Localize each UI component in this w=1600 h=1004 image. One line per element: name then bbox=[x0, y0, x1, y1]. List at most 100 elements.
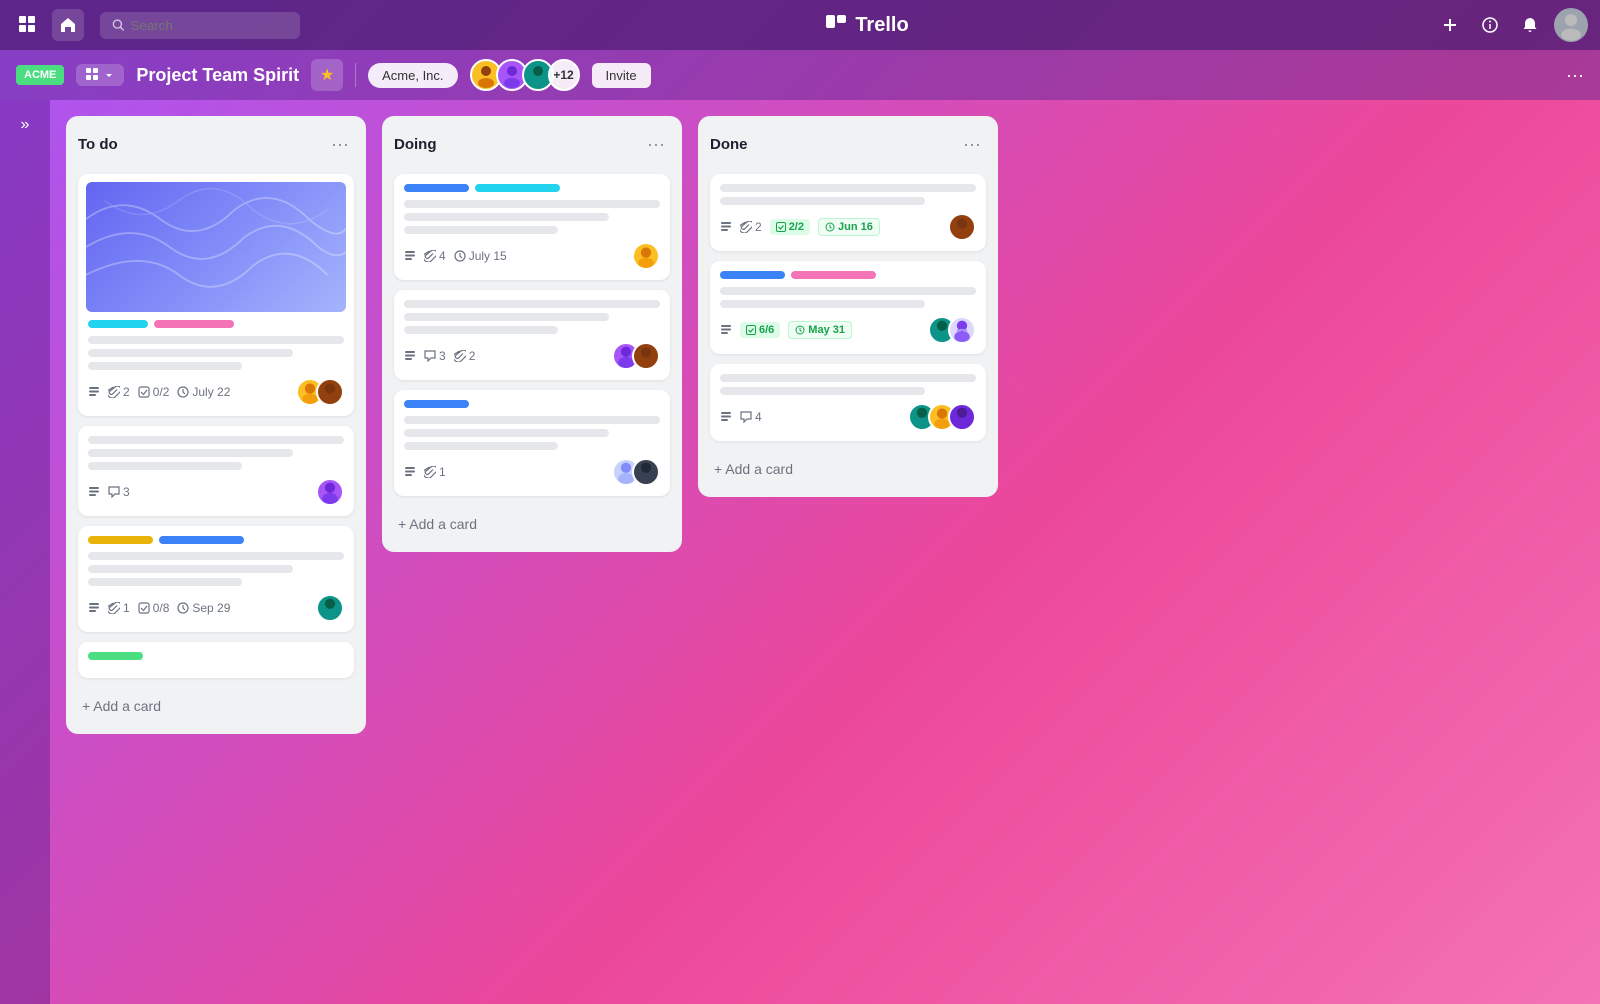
card-line bbox=[88, 336, 344, 344]
card-line bbox=[404, 442, 558, 450]
sidebar-toggle[interactable]: » bbox=[21, 116, 30, 134]
column-todo: To do ··· bbox=[66, 116, 366, 734]
card-line bbox=[88, 362, 242, 370]
tag bbox=[475, 184, 560, 192]
card-line bbox=[404, 200, 660, 208]
workspace-badge[interactable]: ACME bbox=[16, 65, 64, 85]
card-line bbox=[720, 300, 925, 308]
card-doing-2[interactable]: 3 2 bbox=[394, 290, 670, 380]
card-avatars bbox=[612, 342, 660, 370]
view-toggle[interactable] bbox=[76, 64, 124, 86]
comments-count: 3 bbox=[424, 349, 446, 363]
card-todo-3[interactable]: 1 0/8 Sep 29 bbox=[78, 526, 354, 632]
card-tags bbox=[88, 536, 344, 544]
card-lines bbox=[720, 287, 976, 308]
add-card-button-done[interactable]: + Add a card bbox=[710, 453, 986, 485]
tag bbox=[404, 184, 469, 192]
card-avatar bbox=[316, 378, 344, 406]
card-lines bbox=[720, 374, 976, 395]
card-line bbox=[720, 387, 925, 395]
card-avatar bbox=[632, 342, 660, 370]
card-avatars bbox=[296, 378, 344, 406]
add-card-button-todo[interactable]: + Add a card bbox=[78, 690, 354, 722]
card-meta: 1 0/8 Sep 29 bbox=[88, 594, 344, 622]
column-menu-doing[interactable]: ··· bbox=[642, 130, 670, 158]
column-header-done: Done ··· bbox=[710, 128, 986, 164]
column-header-doing: Doing ··· bbox=[394, 128, 670, 164]
card-tags bbox=[88, 320, 344, 328]
description-icon bbox=[88, 602, 100, 614]
nav-right bbox=[1434, 8, 1588, 42]
user-avatar[interactable] bbox=[1554, 8, 1588, 42]
card-line bbox=[404, 326, 558, 334]
card-todo-4[interactable] bbox=[78, 642, 354, 678]
card-line bbox=[404, 213, 609, 221]
board-header: ACME Project Team Spirit ★ Acme, Inc. bbox=[0, 50, 1600, 100]
card-avatar bbox=[632, 242, 660, 270]
description-icon bbox=[88, 486, 100, 498]
card-meta: 2 2/2 Jun 16 bbox=[720, 213, 976, 241]
card-done-2[interactable]: 6/6 May 31 bbox=[710, 261, 986, 354]
card-doing-3[interactable]: 1 bbox=[394, 390, 670, 496]
card-avatars bbox=[928, 316, 976, 344]
board-more-button[interactable]: ··· bbox=[1566, 65, 1584, 86]
description-icon bbox=[720, 221, 732, 233]
info-button[interactable] bbox=[1474, 9, 1506, 41]
card-line bbox=[88, 578, 242, 586]
card-todo-2[interactable]: 3 bbox=[78, 426, 354, 516]
card-done-1[interactable]: 2 2/2 Jun 16 bbox=[710, 174, 986, 251]
column-title-doing: Doing bbox=[394, 136, 437, 153]
card-tags bbox=[404, 184, 660, 192]
checklist-badge-done: 2/2 bbox=[770, 219, 810, 235]
card-meta: 4 bbox=[720, 403, 976, 431]
home-icon[interactable] bbox=[52, 9, 84, 41]
card-meta: 1 bbox=[404, 458, 660, 486]
card-line bbox=[720, 374, 976, 382]
card-avatar bbox=[948, 316, 976, 344]
card-line bbox=[88, 449, 293, 457]
description-icon bbox=[404, 466, 416, 478]
star-button[interactable]: ★ bbox=[311, 59, 343, 91]
column-menu-todo[interactable]: ··· bbox=[326, 130, 354, 158]
sidebar: » bbox=[0, 100, 50, 1004]
description-icon bbox=[720, 411, 732, 423]
search-bar[interactable] bbox=[100, 12, 300, 39]
members-more-badge[interactable]: +12 bbox=[548, 59, 580, 91]
card-avatars bbox=[316, 478, 344, 506]
description-icon bbox=[404, 350, 416, 362]
column-menu-done[interactable]: ··· bbox=[958, 130, 986, 158]
card-line bbox=[88, 552, 344, 560]
card-done-3[interactable]: 4 bbox=[710, 364, 986, 441]
tag bbox=[791, 271, 876, 279]
workspace-chip[interactable]: Acme, Inc. bbox=[368, 63, 457, 88]
card-lines bbox=[88, 552, 344, 586]
card-line bbox=[88, 349, 293, 357]
bell-button[interactable] bbox=[1514, 9, 1546, 41]
tag bbox=[88, 320, 148, 328]
description-icon bbox=[720, 324, 732, 336]
card-lines bbox=[404, 300, 660, 334]
card-meta: 4 July 15 bbox=[404, 242, 660, 270]
card-line bbox=[88, 462, 242, 470]
card-avatars bbox=[632, 242, 660, 270]
search-input[interactable] bbox=[131, 18, 288, 33]
attachments-count: 2 bbox=[108, 385, 130, 399]
grid-icon[interactable] bbox=[12, 9, 44, 41]
card-meta: 6/6 May 31 bbox=[720, 316, 976, 344]
card-doing-1[interactable]: 4 July 15 bbox=[394, 174, 670, 280]
date-badge: July 15 bbox=[454, 249, 507, 263]
card-line bbox=[404, 300, 660, 308]
card-todo-1[interactable]: 2 0/2 July 22 bbox=[78, 174, 354, 416]
comments-count: 4 bbox=[740, 410, 762, 424]
add-card-button-doing[interactable]: + Add a card bbox=[394, 508, 670, 540]
card-avatars bbox=[316, 594, 344, 622]
column-title-done: Done bbox=[710, 136, 748, 153]
card-image bbox=[86, 182, 346, 312]
column-header-todo: To do ··· bbox=[78, 128, 354, 164]
invite-button[interactable]: Invite bbox=[592, 63, 651, 88]
card-meta: 3 2 bbox=[404, 342, 660, 370]
card-lines bbox=[404, 416, 660, 450]
card-line bbox=[404, 416, 660, 424]
add-button[interactable] bbox=[1434, 9, 1466, 41]
tag bbox=[88, 536, 153, 544]
